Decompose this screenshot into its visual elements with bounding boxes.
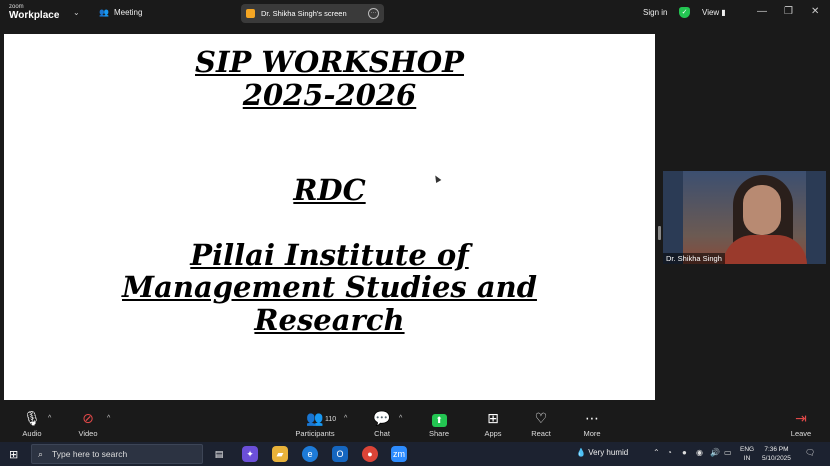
slide-institute-line2: Management Studies and	[122, 270, 537, 304]
heart-icon: ♡	[534, 410, 548, 426]
close-icon[interactable]: ✕	[811, 6, 819, 17]
camera-tray-icon[interactable]: ◉	[696, 448, 703, 457]
microphone-icon: 🎙	[23, 410, 41, 426]
participants-count: 110	[325, 416, 337, 423]
video-label: Video	[78, 429, 98, 438]
edge-icon[interactable]: e	[302, 446, 318, 462]
apps-label: Apps	[484, 429, 502, 438]
windows-taskbar: ⊞ ⌕ Type here to search ▤ ✦ ▰ e O ● zm 💧…	[0, 442, 830, 466]
more-label: More	[583, 429, 601, 438]
chat-options-caret-icon[interactable]: ^	[399, 415, 402, 422]
slide-institute-line1: Pillai Institute of	[190, 238, 469, 272]
battery-icon[interactable]: ▭	[724, 448, 732, 457]
zoom-top-bar: zoom Workplace ⌄ 👥 Meeting Dr. Shikha Si…	[0, 0, 830, 27]
more-options-icon[interactable]: ···	[368, 8, 379, 19]
system-clock[interactable]: 7:36 PM 5/10/2025	[762, 445, 791, 463]
share-icon: ⬆	[419, 410, 459, 427]
screen-share-indicator[interactable]: Dr. Shikha Singh's screen ···	[241, 4, 384, 23]
task-view-icon[interactable]: ▤	[211, 446, 227, 462]
video-background	[683, 171, 807, 264]
file-explorer-icon[interactable]: ▰	[272, 446, 288, 462]
zoom-app-icon[interactable]: zm	[391, 446, 407, 462]
slide-title-line1: SIP WORKSHOP	[195, 45, 464, 79]
participants-button[interactable]: 👥 Participants	[295, 410, 335, 438]
participant-name-label: Dr. Shikha Singh	[663, 253, 725, 264]
shield-check-icon[interactable]: ✓	[679, 7, 690, 18]
video-off-icon: ⊘	[82, 410, 94, 426]
participants-label: Participants	[295, 429, 335, 438]
leave-button[interactable]: ⇥ Leave	[781, 410, 821, 438]
volume-icon[interactable]: 🔊	[710, 448, 720, 457]
meeting-button[interactable]: 👥 Meeting	[99, 8, 142, 17]
leave-icon: ⇥	[795, 410, 807, 426]
brand-name: Workplace	[9, 10, 60, 21]
taskbar-search-box[interactable]: ⌕ Type here to search	[31, 444, 203, 464]
tray-chevron-up-icon[interactable]: ⌃	[653, 448, 660, 457]
more-button[interactable]: ⋯ More	[572, 410, 612, 438]
more-dots-icon: ⋯	[585, 410, 599, 426]
outlook-icon[interactable]: O	[332, 446, 348, 462]
view-button[interactable]: View ▮	[702, 8, 726, 17]
windows-start-icon[interactable]: ⊞	[9, 448, 18, 461]
search-placeholder: Type here to search	[52, 449, 128, 459]
share-pill-label: Dr. Shikha Singh's screen	[261, 9, 347, 18]
clock-date: 5/10/2025	[762, 455, 791, 462]
restore-icon[interactable]: ❐	[784, 6, 793, 17]
panel-resize-handle[interactable]	[658, 226, 661, 240]
network-icon[interactable]: ◔	[667, 448, 672, 457]
mic-tray-icon[interactable]: ●	[682, 448, 687, 457]
shared-screen-slide: SIP WORKSHOP 2025-2026 RDC Pillai Instit…	[4, 34, 655, 400]
region-code: IN	[743, 455, 751, 462]
search-icon: ⌕	[38, 448, 44, 459]
slide-title-line2: 2025-2026	[242, 78, 417, 112]
weather-widget[interactable]: 💧 Very humid	[576, 448, 628, 457]
chrome-icon[interactable]: ●	[362, 446, 378, 462]
view-label: View	[702, 8, 720, 17]
share-screen-icon	[246, 9, 255, 18]
chevron-down-icon[interactable]: ⌄	[73, 8, 80, 17]
meeting-label: Meeting	[113, 8, 143, 17]
leave-label: Leave	[790, 429, 812, 438]
chat-label: Chat	[374, 429, 390, 438]
react-label: React	[531, 429, 551, 438]
meeting-controls-toolbar: 🎙 Audio ^ ⊘ Video ^ 👥 Participants 110 ^…	[0, 404, 830, 442]
participant-face	[743, 185, 781, 235]
participant-body	[723, 235, 807, 264]
participant-video-tile[interactable]	[663, 171, 826, 264]
weather-text: Very humid	[588, 448, 629, 457]
notification-icon[interactable]: 🗨	[805, 448, 815, 457]
audio-options-caret-icon[interactable]: ^	[48, 415, 51, 422]
participants-options-caret-icon[interactable]: ^	[344, 415, 347, 422]
apps-icon: ⊞	[487, 410, 499, 426]
zoom-workplace-logo[interactable]: zoom Workplace	[9, 4, 59, 21]
clock-time: 7:36 PM	[764, 446, 789, 453]
sign-in-link[interactable]: Sign in	[643, 8, 667, 17]
chat-button[interactable]: 💬 Chat	[362, 410, 402, 438]
people-icon: 👥	[99, 8, 109, 17]
chat-icon: 💬	[373, 410, 391, 426]
lang-code: ENG	[740, 446, 755, 453]
share-button[interactable]: ⬆ Share	[419, 410, 459, 438]
react-button[interactable]: ♡ React	[521, 410, 561, 438]
share-label: Share	[428, 429, 449, 438]
video-options-caret-icon[interactable]: ^	[107, 415, 110, 422]
video-button[interactable]: ⊘ Video	[68, 410, 108, 438]
copilot-icon[interactable]: ✦	[242, 446, 258, 462]
slide-rdc: RDC	[293, 173, 366, 207]
minimize-icon[interactable]: —	[757, 6, 767, 17]
audio-button[interactable]: 🎙 Audio	[12, 410, 52, 438]
slide-institute-line3: Research	[254, 303, 405, 337]
audio-label: Audio	[22, 429, 42, 438]
apps-button[interactable]: ⊞ Apps	[473, 410, 513, 438]
language-indicator[interactable]: ENG IN	[740, 445, 754, 463]
